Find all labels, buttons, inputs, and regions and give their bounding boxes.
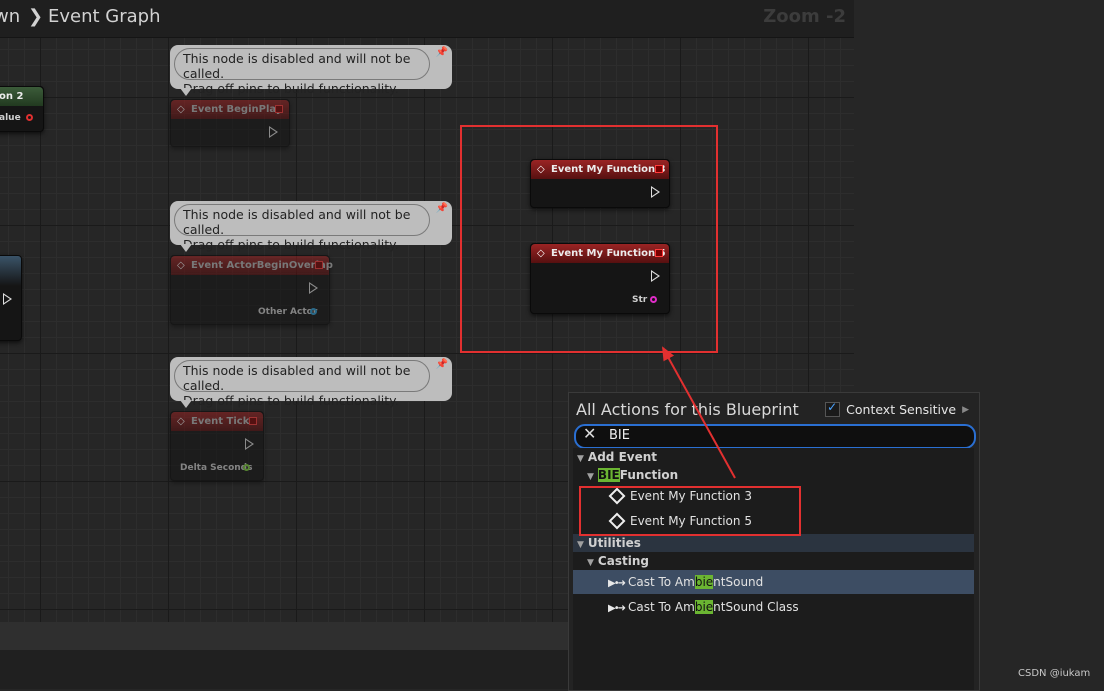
node-title: Event Tick (191, 416, 250, 427)
subcategory-casting[interactable]: ▼ Casting (573, 552, 974, 570)
pin-icon[interactable]: 📌 (436, 203, 448, 214)
output-pin[interactable] (243, 464, 250, 471)
partial-node-2[interactable] (0, 255, 22, 341)
breadcrumb-separator-icon: ❯ (28, 6, 44, 27)
comment-line: This node is disabled and will not be ca… (183, 51, 411, 81)
event-tick-node[interactable]: ◇ Event Tick Delta Seconds (170, 411, 264, 481)
comment-line: This node is disabled and will not be ca… (183, 363, 411, 393)
context-sensitive-toggle[interactable]: Context Sensitive ▶ (825, 400, 969, 417)
pin-icon[interactable]: 📌 (436, 47, 448, 58)
category-label: Utilities (587, 536, 641, 550)
graph-header: wn ❯ Event Graph Zoom -2 (0, 0, 854, 38)
watermark: CSDN @iukam (1018, 668, 1091, 679)
event-icon: ◇ (177, 104, 185, 115)
delegate-pin[interactable] (275, 105, 283, 113)
comment-line: This node is disabled and will not be ca… (183, 207, 411, 237)
search-input[interactable]: BIE (609, 428, 630, 443)
expand-arrow-icon[interactable]: ▶ (962, 405, 969, 415)
search-match: BIE (597, 468, 620, 482)
comment-line: Drag off pins to build functionality. (183, 237, 399, 252)
event-icon: ◇ (177, 260, 185, 271)
delegate-pin[interactable] (249, 417, 257, 425)
action-menu-title: All Actions for this Blueprint (576, 400, 799, 419)
cast-arrow-icon: ▶•➜ (608, 603, 626, 614)
subcategory-bie-function[interactable]: ▼ BIEFunction (573, 466, 974, 484)
exec-pin[interactable] (3, 293, 12, 305)
disabled-comment: This node is disabled and will not be ca… (170, 357, 452, 408)
subcategory-label: Casting (597, 554, 649, 568)
output-pin[interactable] (26, 114, 33, 121)
pin-label: Other Actor (258, 307, 318, 317)
checkbox-checked-icon[interactable] (825, 400, 841, 417)
context-sensitive-label: Context Sensitive (846, 402, 957, 417)
pin-label: alue (0, 113, 21, 123)
cast-arrow-icon: ▶•➜ (608, 578, 626, 589)
action-item-label-pre: Cast To Am (627, 575, 695, 589)
node-title: Event ActorBeginOverlap (191, 260, 333, 271)
exec-pin[interactable] (269, 126, 278, 138)
pin-label: Delta Seconds (180, 463, 253, 473)
partial-function-node[interactable]: on 2 alue (0, 86, 44, 132)
bottom-area (0, 650, 570, 689)
search-match: bie (694, 600, 714, 614)
highlight-box-menu-items (579, 486, 801, 536)
action-menu[interactable]: All Actions for this Blueprint Context S… (568, 392, 980, 691)
event-actor-begin-overlap-node[interactable]: ◇ Event ActorBeginOverlap Other Actor (170, 255, 333, 325)
delegate-pin[interactable] (315, 261, 323, 269)
node-title: Event BeginPlay (191, 104, 283, 115)
disabled-comment: This node is disabled and will not be ca… (170, 45, 452, 96)
node-title: on 2 (0, 87, 43, 106)
category-label: Add Event (587, 450, 658, 464)
category-utilities[interactable]: ▼ Utilities (573, 534, 974, 552)
action-item-label-pre: Cast To Am (627, 600, 695, 614)
highlight-box-nodes (460, 125, 718, 353)
disabled-comment: This node is disabled and will not be ca… (170, 201, 452, 252)
action-item-label-post: ntSound (713, 575, 764, 589)
output-pin[interactable] (310, 308, 317, 315)
breadcrumb-current[interactable]: Event Graph (48, 6, 161, 27)
comment-line: Drag off pins to build functionality. (183, 393, 399, 408)
category-add-event[interactable]: ▼ Add Event (573, 448, 974, 466)
comment-line: Drag off pins to build functionality. (183, 81, 399, 96)
action-item-label-post: ntSound Class (713, 600, 799, 614)
exec-pin[interactable] (245, 438, 254, 450)
event-beginplay-node[interactable]: ◇ Event BeginPlay (170, 99, 290, 147)
zoom-label: Zoom -2 (763, 6, 846, 27)
graph-scrollbar-area (0, 622, 570, 650)
clear-search-icon[interactable]: ✕ (583, 424, 596, 443)
action-item[interactable]: ▶•➜ Cast To AmbientSound (573, 570, 974, 594)
action-search-box[interactable]: ✕ BIE (574, 424, 976, 449)
action-list[interactable]: ▼ Add Event ▼ BIEFunction Event My Functio… (573, 448, 974, 690)
event-icon: ◇ (177, 416, 185, 427)
subcategory-label: Function (619, 468, 679, 482)
search-match: bie (694, 575, 714, 589)
action-item[interactable]: ▶•➜ Cast To AmbientSound Class (573, 595, 974, 619)
exec-pin[interactable] (309, 282, 318, 294)
breadcrumb-prev[interactable]: wn (0, 6, 20, 27)
pin-icon[interactable]: 📌 (436, 359, 448, 370)
